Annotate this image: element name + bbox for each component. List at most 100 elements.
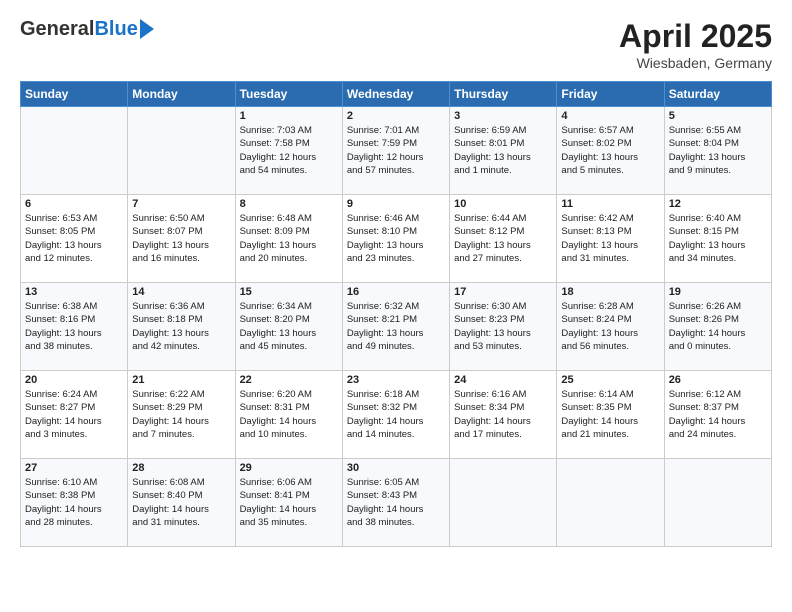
day-number: 3 (454, 110, 552, 122)
day-info: Sunrise: 6:53 AM Sunset: 8:05 PM Dayligh… (25, 212, 123, 265)
day-number: 21 (132, 374, 230, 386)
calendar-cell: 8Sunrise: 6:48 AM Sunset: 8:09 PM Daylig… (235, 195, 342, 283)
day-number: 23 (347, 374, 445, 386)
calendar-cell: 21 Sunrise: 6:22 AM Sunset: 8:29 PM Dayli… (128, 371, 235, 459)
day-number: 27 (25, 462, 123, 474)
day-info: Sunrise: 6:28 AM Sunset: 8:24 PM Dayligh… (561, 300, 659, 353)
day-info: Sunrise: 6:55 AM Sunset: 8:04 PM Dayligh… (669, 124, 767, 177)
day-number: 20 (25, 374, 123, 386)
day-number: 14 (132, 286, 230, 298)
page: General Blue April 2025 Wiesbaden, Germa… (0, 0, 792, 612)
day-number: 1 (240, 110, 338, 122)
day-info: Sunrise: 6:36 AM Sunset: 8:18 PM Dayligh… (132, 300, 230, 353)
day-info: Sunrise: 6:06 AM Sunset: 8:41 PM Dayligh… (240, 476, 338, 529)
calendar-cell: 2 Sunrise: 7:01 AM Sunset: 7:59 PM Daylig… (342, 107, 449, 195)
weekday-monday: Monday (128, 82, 235, 107)
day-number: 6 (25, 198, 123, 210)
day-number: 26 (669, 374, 767, 386)
calendar-cell: 18 Sunrise: 6:28 AM Sunset: 8:24 PM Dayli… (557, 283, 664, 371)
day-info: Sunrise: 6:24 AM Sunset: 8:27 PM Dayligh… (25, 388, 123, 441)
calendar-cell: 5 Sunrise: 6:55 AM Sunset: 8:04 PM Daylig… (664, 107, 771, 195)
day-info: Sunrise: 6:38 AM Sunset: 8:16 PM Dayligh… (25, 300, 123, 353)
day-number: 5 (669, 110, 767, 122)
calendar-cell: 9 Sunrise: 6:46 AM Sunset: 8:10 PM Daylig… (342, 195, 449, 283)
day-number: 10 (454, 198, 552, 210)
calendar-cell: 10Sunrise: 6:44 AM Sunset: 8:12 PM Dayli… (450, 195, 557, 283)
title-block: April 2025 Wiesbaden, Germany (619, 18, 772, 71)
weekday-wednesday: Wednesday (342, 82, 449, 107)
day-info: Sunrise: 6:18 AM Sunset: 8:32 PM Dayligh… (347, 388, 445, 441)
day-info: Sunrise: 6:57 AM Sunset: 8:02 PM Dayligh… (561, 124, 659, 177)
week-row-5: 27 Sunrise: 6:10 AM Sunset: 8:38 PM Dayli… (21, 459, 772, 547)
calendar-cell: 29 Sunrise: 6:06 AM Sunset: 8:41 PM Dayli… (235, 459, 342, 547)
calendar-cell: 7Sunrise: 6:50 AM Sunset: 8:07 PM Daylig… (128, 195, 235, 283)
calendar-cell: 12Sunrise: 6:40 AM Sunset: 8:15 PM Dayli… (664, 195, 771, 283)
week-row-1: 1 Sunrise: 7:03 AM Sunset: 7:58 PM Daylig… (21, 107, 772, 195)
logo: General Blue (20, 18, 154, 41)
day-info: Sunrise: 7:03 AM Sunset: 7:58 PM Dayligh… (240, 124, 338, 177)
weekday-thursday: Thursday (450, 82, 557, 107)
calendar-cell: 20 Sunrise: 6:24 AM Sunset: 8:27 PM Dayli… (21, 371, 128, 459)
calendar-title: April 2025 (619, 18, 772, 55)
calendar-cell: 15 Sunrise: 6:34 AM Sunset: 8:20 PM Dayli… (235, 283, 342, 371)
day-number: 18 (561, 286, 659, 298)
day-info: Sunrise: 7:01 AM Sunset: 7:59 PM Dayligh… (347, 124, 445, 177)
day-number: 24 (454, 374, 552, 386)
calendar-cell (450, 459, 557, 547)
week-row-4: 20 Sunrise: 6:24 AM Sunset: 8:27 PM Dayli… (21, 371, 772, 459)
calendar-cell: 4 Sunrise: 6:57 AM Sunset: 8:02 PM Daylig… (557, 107, 664, 195)
calendar-cell: 16 Sunrise: 6:32 AM Sunset: 8:21 PM Dayli… (342, 283, 449, 371)
calendar-cell: 24 Sunrise: 6:16 AM Sunset: 8:34 PM Dayli… (450, 371, 557, 459)
day-info: Sunrise: 6:42 AM Sunset: 8:13 PM Dayligh… (561, 212, 659, 265)
calendar-cell: 13 Sunrise: 6:38 AM Sunset: 8:16 PM Dayli… (21, 283, 128, 371)
day-number: 13 (25, 286, 123, 298)
day-info: Sunrise: 6:30 AM Sunset: 8:23 PM Dayligh… (454, 300, 552, 353)
calendar-cell (557, 459, 664, 547)
weekday-header-row: SundayMondayTuesdayWednesdayThursdayFrid… (21, 82, 772, 107)
calendar-cell: 27 Sunrise: 6:10 AM Sunset: 8:38 PM Dayli… (21, 459, 128, 547)
day-info: Sunrise: 6:10 AM Sunset: 8:38 PM Dayligh… (25, 476, 123, 529)
day-number: 30 (347, 462, 445, 474)
day-number: 29 (240, 462, 338, 474)
calendar-cell: 25 Sunrise: 6:14 AM Sunset: 8:35 PM Dayli… (557, 371, 664, 459)
calendar-location: Wiesbaden, Germany (619, 55, 772, 71)
day-info: Sunrise: 6:46 AM Sunset: 8:10 PM Dayligh… (347, 212, 445, 265)
day-number: 25 (561, 374, 659, 386)
day-info: Sunrise: 6:22 AM Sunset: 8:29 PM Dayligh… (132, 388, 230, 441)
day-number: 17 (454, 286, 552, 298)
day-number: 8 (240, 198, 338, 210)
day-number: 2 (347, 110, 445, 122)
calendar-cell (664, 459, 771, 547)
logo-arrow-icon (140, 19, 154, 39)
day-number: 12 (669, 198, 767, 210)
day-info: Sunrise: 6:14 AM Sunset: 8:35 PM Dayligh… (561, 388, 659, 441)
weekday-sunday: Sunday (21, 82, 128, 107)
day-info: Sunrise: 6:16 AM Sunset: 8:34 PM Dayligh… (454, 388, 552, 441)
week-row-3: 13 Sunrise: 6:38 AM Sunset: 8:16 PM Dayli… (21, 283, 772, 371)
day-number: 15 (240, 286, 338, 298)
calendar-cell: 17 Sunrise: 6:30 AM Sunset: 8:23 PM Dayli… (450, 283, 557, 371)
day-info: Sunrise: 6:26 AM Sunset: 8:26 PM Dayligh… (669, 300, 767, 353)
logo-blue-text: Blue (94, 18, 137, 41)
calendar-cell: 19 Sunrise: 6:26 AM Sunset: 8:26 PM Dayli… (664, 283, 771, 371)
calendar-table: SundayMondayTuesdayWednesdayThursdayFrid… (20, 81, 772, 547)
calendar-cell: 3Sunrise: 6:59 AM Sunset: 8:01 PM Daylig… (450, 107, 557, 195)
calendar-cell: 11 Sunrise: 6:42 AM Sunset: 8:13 PM Dayli… (557, 195, 664, 283)
day-info: Sunrise: 6:34 AM Sunset: 8:20 PM Dayligh… (240, 300, 338, 353)
day-info: Sunrise: 6:32 AM Sunset: 8:21 PM Dayligh… (347, 300, 445, 353)
day-number: 16 (347, 286, 445, 298)
week-row-2: 6 Sunrise: 6:53 AM Sunset: 8:05 PM Daylig… (21, 195, 772, 283)
day-number: 4 (561, 110, 659, 122)
day-number: 9 (347, 198, 445, 210)
day-info: Sunrise: 6:05 AM Sunset: 8:43 PM Dayligh… (347, 476, 445, 529)
weekday-tuesday: Tuesday (235, 82, 342, 107)
weekday-friday: Friday (557, 82, 664, 107)
calendar-cell: 23 Sunrise: 6:18 AM Sunset: 8:32 PM Dayli… (342, 371, 449, 459)
day-info: Sunrise: 6:20 AM Sunset: 8:31 PM Dayligh… (240, 388, 338, 441)
header: General Blue April 2025 Wiesbaden, Germa… (20, 18, 772, 71)
day-number: 19 (669, 286, 767, 298)
calendar-cell: 28Sunrise: 6:08 AM Sunset: 8:40 PM Dayli… (128, 459, 235, 547)
day-number: 11 (561, 198, 659, 210)
day-number: 7 (132, 198, 230, 210)
day-number: 28 (132, 462, 230, 474)
